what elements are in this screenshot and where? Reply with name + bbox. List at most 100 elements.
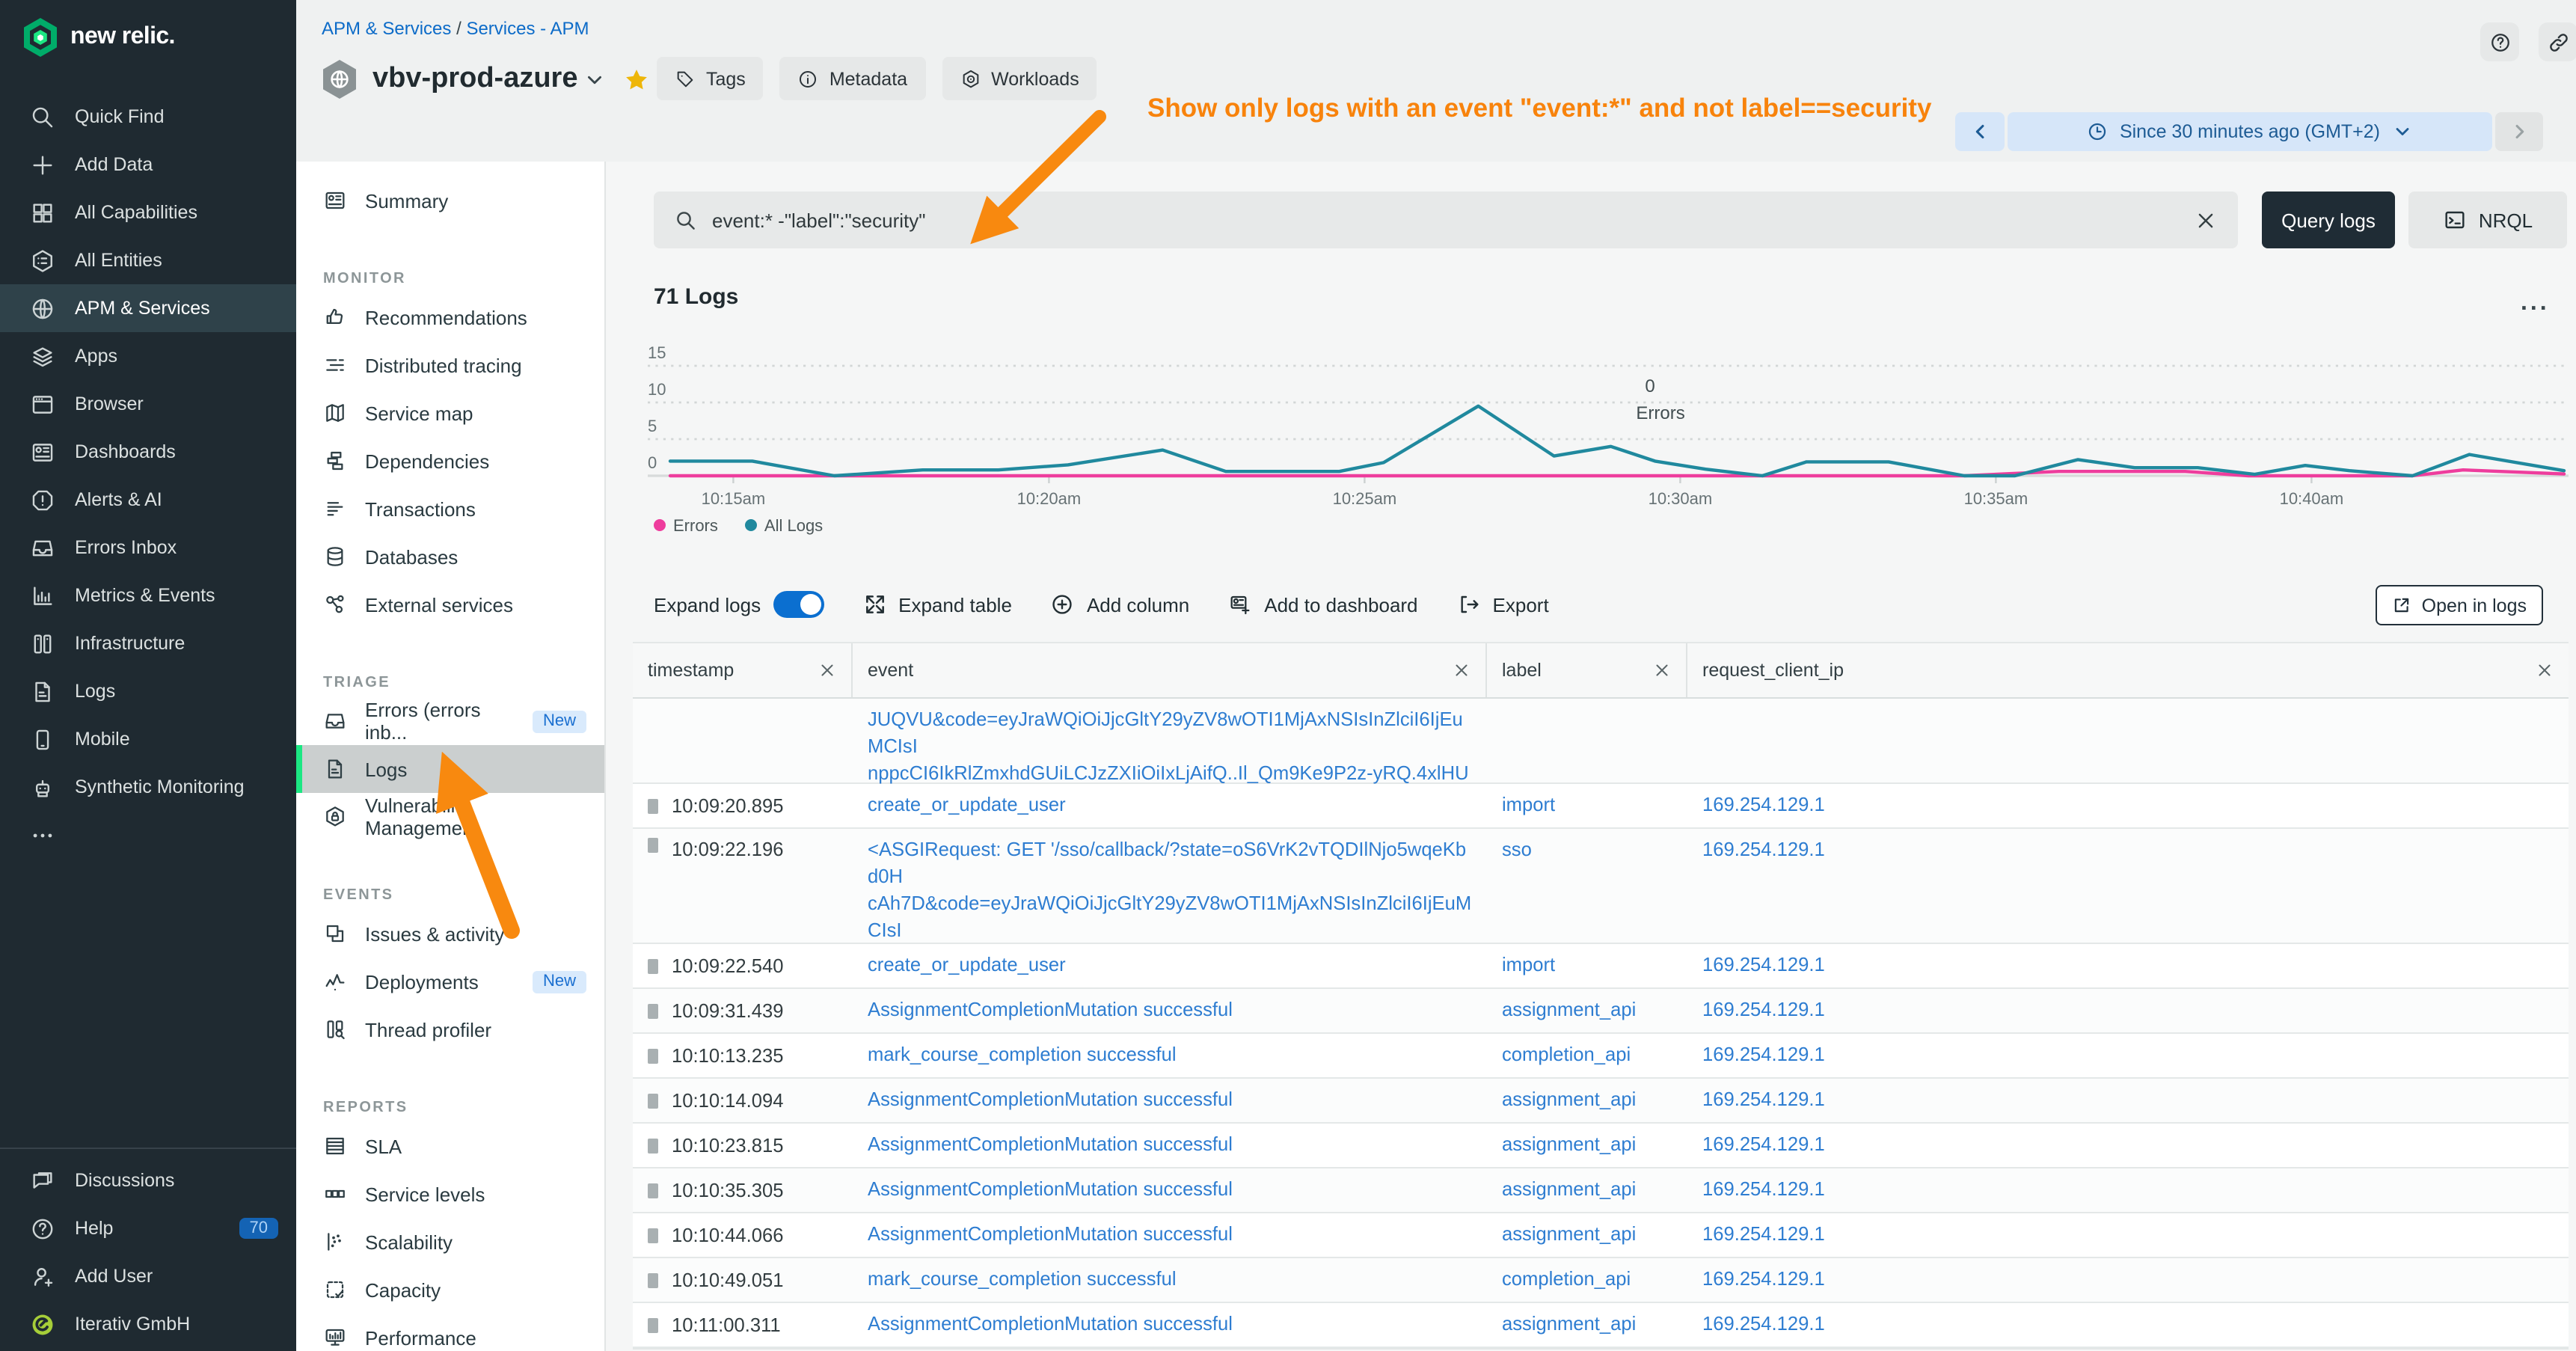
row-marker-icon[interactable]	[648, 1317, 658, 1332]
sidebar-item-apm-services[interactable]: APM & Services	[0, 284, 296, 332]
subnav-item-distributed-tracing[interactable]: Distributed tracing	[296, 341, 604, 389]
subnav-item-recommendations[interactable]: Recommendations	[296, 293, 604, 341]
column-header-timestamp[interactable]: timestamp	[633, 643, 853, 697]
nrql-button[interactable]: NRQL	[2408, 192, 2567, 248]
cell-request-client-ip-link[interactable]: 169.254.129.1	[1687, 1168, 2569, 1212]
subnav-item-issues-activity[interactable]: Issues & activity	[296, 910, 604, 958]
cell-request-client-ip-link[interactable]	[1687, 699, 2569, 782]
workloads-button[interactable]: Workloads	[942, 57, 1097, 100]
row-marker-icon[interactable]	[648, 958, 658, 973]
remove-column-icon[interactable]	[2536, 661, 2554, 679]
new-relic-logo[interactable]: new relic.	[22, 18, 175, 57]
entity-switcher-chevron-down-icon[interactable]	[586, 70, 605, 89]
sidebar-item-add-data[interactable]: Add Data	[0, 141, 296, 189]
log-table-row[interactable]: 10:10:14.094AssignmentCompletionMutation…	[633, 1079, 2569, 1124]
row-marker-icon[interactable]	[648, 1138, 658, 1153]
cell-label-link[interactable]: assignment_api	[1487, 1124, 1687, 1167]
subnav-item-service-map[interactable]: Service map	[296, 389, 604, 437]
sidebar-item-help[interactable]: Help70	[0, 1204, 296, 1252]
log-table-row[interactable]: 10:09:22.540create_or_update_userimport1…	[633, 944, 2569, 989]
row-marker-icon[interactable]	[648, 838, 658, 853]
subnav-item-service-levels[interactable]: Service levels	[296, 1170, 604, 1218]
tags-button[interactable]: Tags	[657, 57, 764, 100]
cell-event-link[interactable]: AssignmentCompletionMutation successful	[853, 1124, 1487, 1167]
cell-event-link[interactable]: mark_course_completion successful	[853, 1034, 1487, 1077]
sidebar-item-more[interactable]	[0, 811, 296, 859]
sidebar-item-logs[interactable]: Logs	[0, 667, 296, 715]
log-search-input[interactable]: event:* -"label":"security"	[654, 192, 2238, 248]
sidebar-item-discussions[interactable]: Discussions	[0, 1157, 296, 1204]
cell-request-client-ip-link[interactable]: 169.254.129.1	[1687, 944, 2569, 987]
remove-column-icon[interactable]	[818, 661, 836, 679]
subnav-item-thread-profiler[interactable]: Thread profiler	[296, 1005, 604, 1053]
time-picker-prev-button[interactable]	[1955, 112, 2005, 151]
sidebar-item-mobile[interactable]: Mobile	[0, 715, 296, 763]
subnav-item-databases[interactable]: Databases	[296, 533, 604, 580]
sidebar-item-all-capabilities[interactable]: All Capabilities	[0, 189, 296, 236]
sidebar-item-errors-inbox[interactable]: Errors Inbox	[0, 524, 296, 572]
sidebar-item-dashboards[interactable]: Dashboards	[0, 428, 296, 476]
cell-label-link[interactable]: assignment_api	[1487, 1303, 1687, 1347]
cell-label-link[interactable]: import	[1487, 944, 1687, 987]
cell-request-client-ip-link[interactable]: 169.254.129.1	[1687, 1258, 2569, 1302]
export-button[interactable]: Export	[1457, 592, 1549, 616]
sidebar-item-infrastructure[interactable]: Infrastructure	[0, 619, 296, 667]
log-table-row[interactable]: 10:09:31.439AssignmentCompletionMutation…	[633, 989, 2569, 1034]
cell-label-link[interactable]: assignment_api	[1487, 989, 1687, 1032]
toggle-on[interactable]	[773, 591, 824, 618]
row-marker-icon[interactable]	[648, 1003, 658, 1018]
cell-label-link[interactable]: assignment_api	[1487, 1079, 1687, 1122]
expand-logs-toggle[interactable]: Expand logs	[654, 591, 824, 618]
subnav-item-capacity[interactable]: Capacity	[296, 1266, 604, 1314]
row-marker-icon[interactable]	[648, 798, 658, 813]
add-column-button[interactable]: Add column	[1051, 592, 1189, 616]
sidebar-item-alerts-ai[interactable]: Alerts & AI	[0, 476, 296, 524]
cell-request-client-ip-link[interactable]: 169.254.129.1	[1687, 1124, 2569, 1167]
sidebar-item-quick-find[interactable]: Quick Find	[0, 93, 296, 141]
cell-label-link[interactable]: completion_api	[1487, 1034, 1687, 1077]
sidebar-item-add-user[interactable]: Add User	[0, 1252, 296, 1300]
cell-event-link[interactable]: AssignmentCompletionMutation successful	[853, 1168, 1487, 1212]
breadcrumb-services-apm[interactable]: Services - APM	[466, 18, 589, 39]
log-table-row[interactable]: 10:09:20.895create_or_update_userimport1…	[633, 784, 2569, 829]
cell-request-client-ip-link[interactable]: 169.254.129.1	[1687, 989, 2569, 1032]
clear-search-icon[interactable]	[2195, 209, 2217, 231]
log-table-row[interactable]: 10:11:00.311AssignmentCompletionMutation…	[633, 1303, 2569, 1348]
time-picker-dropdown[interactable]: Since 30 minutes ago (GMT+2)	[2008, 112, 2492, 151]
favorite-star-icon[interactable]	[625, 67, 650, 92]
cell-request-client-ip-link[interactable]: 169.254.129.1	[1687, 1034, 2569, 1077]
log-table-row[interactable]: 10:10:49.051mark_course_completion succe…	[633, 1258, 2569, 1303]
subnav-item-transactions[interactable]: Transactions	[296, 485, 604, 533]
expand-table-button[interactable]: Expand table	[862, 592, 1012, 616]
breadcrumb-apm-services[interactable]: APM & Services	[322, 18, 451, 39]
cell-event-link[interactable]: create_or_update_user	[853, 944, 1487, 987]
legend-item-all-logs[interactable]: All Logs	[745, 518, 823, 536]
time-picker-next-button[interactable]	[2495, 112, 2543, 151]
subnav-item-logs[interactable]: Logs	[296, 745, 604, 793]
permalink-button[interactable]	[2539, 22, 2576, 61]
subnav-item-vulnerability-management[interactable]: Vulnerability Management	[296, 793, 604, 841]
log-table-row[interactable]: 10:10:23.815AssignmentCompletionMutation…	[633, 1124, 2569, 1168]
cell-request-client-ip-link[interactable]: 169.254.129.1	[1687, 1303, 2569, 1347]
cell-label-link[interactable]: completion_api	[1487, 1258, 1687, 1302]
row-marker-icon[interactable]	[648, 1183, 658, 1198]
remove-column-icon[interactable]	[1653, 661, 1671, 679]
chart-overflow-menu[interactable]: ...	[2521, 290, 2554, 311]
query-logs-button[interactable]: Query logs	[2262, 192, 2395, 248]
subnav-item-external-services[interactable]: External services	[296, 580, 604, 628]
sidebar-item-iterativ-gmbh[interactable]: Iterativ GmbH	[0, 1300, 296, 1348]
subnav-item-dependencies[interactable]: Dependencies	[296, 437, 604, 485]
sidebar-item-browser[interactable]: Browser	[0, 380, 296, 428]
row-marker-icon[interactable]	[648, 1093, 658, 1108]
subnav-item-scalability[interactable]: Scalability	[296, 1218, 604, 1266]
help-button[interactable]	[2480, 22, 2519, 61]
cell-event-link[interactable]: AssignmentCompletionMutation successful	[853, 1079, 1487, 1122]
subnav-item-performance[interactable]: Performance	[296, 1314, 604, 1351]
cell-event-link[interactable]: mark_course_completion successful	[853, 1258, 1487, 1302]
cell-event-link[interactable]: JUQVU&code=eyJraWQiOiJjcGltY29yZV8wOTI1M…	[853, 699, 1487, 782]
cell-label-link[interactable]: sso	[1487, 829, 1687, 943]
cell-event-link[interactable]: AssignmentCompletionMutation successful	[853, 1303, 1487, 1347]
log-table-row[interactable]: 10:10:13.235mark_course_completion succe…	[633, 1034, 2569, 1079]
cell-event-link[interactable]: create_or_update_user	[853, 784, 1487, 827]
cell-request-client-ip-link[interactable]: 169.254.129.1	[1687, 1079, 2569, 1122]
